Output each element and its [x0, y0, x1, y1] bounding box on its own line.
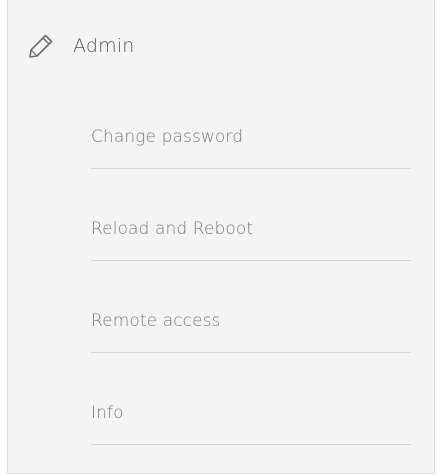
pencil-icon	[26, 31, 56, 61]
section-header: Admin	[26, 26, 135, 66]
menu-item-info[interactable]: Info	[91, 353, 411, 445]
menu-item-label: Reload and Reboot	[91, 219, 254, 239]
menu-item-change-password[interactable]: Change password	[91, 92, 411, 169]
admin-menu: Change password Reload and Reboot Remote…	[91, 92, 411, 445]
admin-panel: Admin Change password Reload and Reboot …	[7, 0, 435, 474]
menu-item-label: Info	[91, 403, 124, 423]
section-title: Admin	[73, 35, 135, 57]
menu-item-label: Remote access	[91, 311, 221, 331]
menu-item-remote-access[interactable]: Remote access	[91, 261, 411, 353]
menu-item-reload-and-reboot[interactable]: Reload and Reboot	[91, 169, 411, 261]
menu-item-label: Change password	[91, 127, 244, 147]
